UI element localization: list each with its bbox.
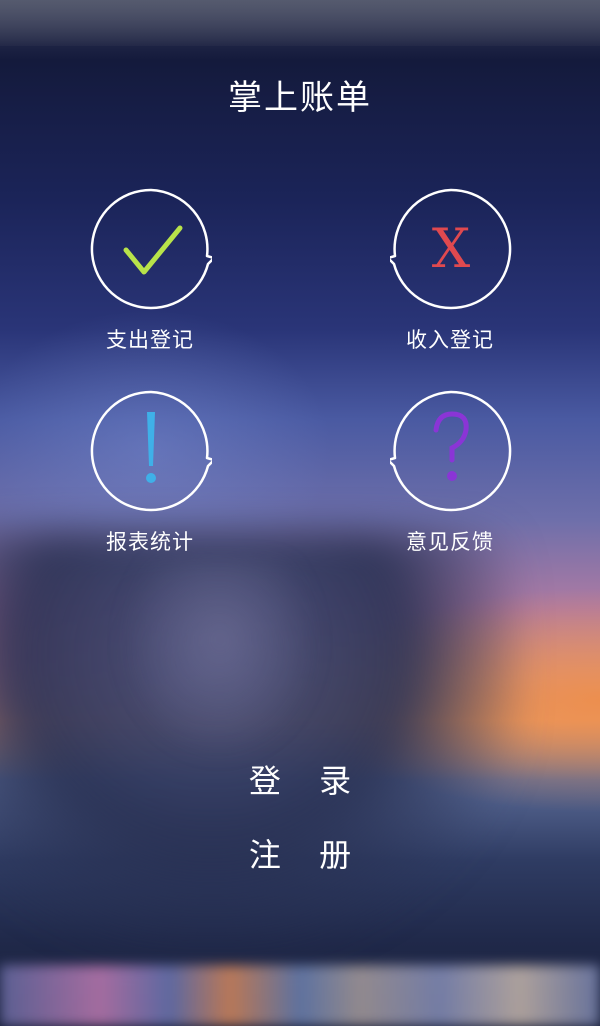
page-title: 掌上账单 <box>228 78 372 118</box>
login-button[interactable]: 登 录 <box>200 756 400 806</box>
feedback-tile[interactable]: 意见反馈 <box>370 390 530 580</box>
income-entry-label: 收入登记 <box>406 328 494 352</box>
report-stats-tile[interactable]: 报表统计 <box>70 390 230 580</box>
expense-entry-tile[interactable]: 支出登记 <box>70 188 230 378</box>
income-entry-tile[interactable]: X 收入登记 <box>370 188 530 378</box>
question-icon <box>390 390 512 512</box>
status-bar <box>0 0 600 46</box>
app-screen: 掌上账单 支出登记 X 收入登记 报表统计 意见反馈 登 录 注 册 <box>0 0 600 1026</box>
svg-text:X: X <box>432 217 471 280</box>
register-button[interactable]: 注 册 <box>200 830 400 880</box>
expense-entry-label: 支出登记 <box>106 328 194 352</box>
background-peak <box>120 560 320 760</box>
check-icon <box>90 188 212 310</box>
report-stats-label: 报表统计 <box>106 530 194 554</box>
background-bottom-strip <box>0 965 600 1026</box>
exclamation-icon <box>90 390 212 512</box>
feedback-label: 意见反馈 <box>406 530 494 554</box>
x-icon: X <box>390 188 512 310</box>
